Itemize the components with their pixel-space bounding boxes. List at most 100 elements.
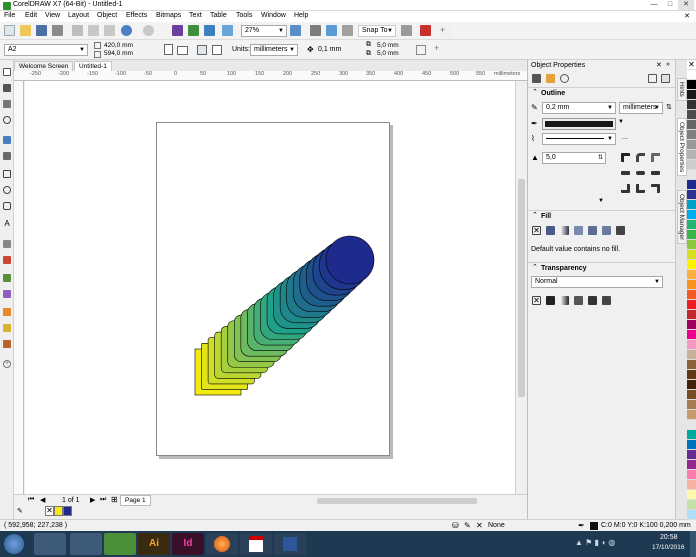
no-transparency-icon[interactable]: ✕ [532,296,541,305]
color-swatch[interactable] [687,510,696,520]
paste-icon[interactable] [104,25,115,36]
color-swatch[interactable] [687,470,696,480]
two-color-pattern-icon[interactable] [602,226,611,235]
menu-table[interactable]: Table [210,12,227,19]
color-swatch[interactable] [687,480,696,490]
color-swatch[interactable] [687,350,696,360]
color-swatch[interactable] [687,250,696,260]
collapse-icon[interactable]: ⌃ [532,263,538,271]
color-swatch[interactable] [687,440,696,450]
copy-icon[interactable] [88,25,99,36]
current-page-icon[interactable] [212,45,222,55]
color-swatch[interactable] [687,360,696,370]
show-desktop-button[interactable] [690,531,696,557]
close-button[interactable]: ✕ [678,0,694,10]
palette-eyedropper-icon[interactable]: ✎ [17,507,23,515]
color-swatch[interactable] [687,170,696,180]
color-swatch[interactable] [687,110,696,120]
color-swatch[interactable] [687,220,696,230]
shape-tool-icon[interactable] [3,84,11,92]
lock-panel-icon[interactable] [661,74,670,83]
open-icon[interactable] [20,25,31,36]
add-page-icon[interactable]: ⊞ [111,495,118,504]
collapse-icon[interactable]: ⌃ [532,88,538,96]
color-swatch[interactable] [687,130,696,140]
zoom-fit-icon[interactable] [290,25,301,36]
tab-object-manager[interactable]: Object Manager [677,190,687,245]
color-swatch[interactable] [687,280,696,290]
options-icon[interactable] [420,25,431,36]
horizontal-scrollbar[interactable] [159,495,519,507]
previous-page-icon[interactable]: ◀ [40,496,45,504]
connector-tool-icon[interactable] [3,256,11,264]
color-swatch[interactable] [687,430,696,440]
units-select[interactable]: millimeters ▼ [250,44,298,56]
color-swatch[interactable] [687,160,696,170]
menu-object[interactable]: Object [97,12,117,19]
fill-edit-icon[interactable]: ✎ [464,521,471,530]
color-swatch[interactable] [687,490,696,500]
page-tab-1[interactable]: Page 1 [120,495,151,506]
fill-bucket-icon[interactable] [546,74,555,83]
color-swatch[interactable] [687,400,696,410]
media-player-taskbar-icon[interactable] [70,533,102,555]
acrobat-taskbar-icon[interactable] [240,533,272,555]
add-icon[interactable]: + [434,43,439,53]
outline-color-picker[interactable] [542,118,616,130]
transparency-section-header[interactable]: Transparency [528,262,676,273]
vertical-ruler[interactable] [14,81,24,494]
navy-swatch[interactable] [63,506,72,516]
page-height-field[interactable]: 594,0 mm [104,50,133,57]
parallel-dimension-icon[interactable] [3,240,11,248]
color-swatch[interactable] [687,420,696,430]
fountain-fill-icon[interactable] [560,226,569,235]
export-icon[interactable] [204,25,215,36]
blend-group[interactable] [157,123,391,457]
eyedropper-tool-icon[interactable] [3,308,11,316]
vector-pattern-icon[interactable] [574,226,583,235]
expand-more-icon[interactable]: ▼ [598,198,604,204]
docker-expand-icon[interactable]: » [666,61,670,68]
firefox-taskbar-icon[interactable] [206,533,238,555]
search-content-icon[interactable] [172,25,183,36]
scrollbar-thumb[interactable] [317,498,477,504]
blend-end-circle[interactable] [325,235,375,285]
vector-pattern-transparency-icon[interactable] [574,296,583,305]
menu-file[interactable]: File [4,12,15,19]
smart-fill-icon[interactable] [3,340,11,348]
polygon-tool-icon[interactable] [3,202,11,210]
tab-untitled-1[interactable]: Untitled-1 [74,61,112,71]
corner-round-icon[interactable] [636,153,645,162]
settings-more-button[interactable]: ... [622,134,628,141]
spin-icon[interactable]: ⇅ [666,103,672,111]
color-swatch[interactable] [687,270,696,280]
color-swatch[interactable] [687,180,696,190]
full-screen-icon[interactable] [310,25,321,36]
no-fill-icon[interactable]: ✕ [532,226,541,235]
color-swatch[interactable] [687,120,696,130]
color-swatch[interactable] [687,320,696,330]
file-explorer-taskbar-icon[interactable] [34,533,66,555]
outline-pen-icon[interactable]: ✒ [578,521,585,530]
menu-bitmaps[interactable]: Bitmaps [156,12,181,19]
color-swatch[interactable] [687,70,696,80]
interactive-fill-icon[interactable] [3,324,11,332]
coreldraw-taskbar-icon[interactable] [104,533,136,555]
page-size-select[interactable]: A2 ▼ [4,44,88,56]
line-style-select[interactable]: ▼ [542,133,616,145]
add-tool-icon[interactable]: + [3,360,11,368]
nudge-distance-field[interactable]: 0,1 mm [318,46,341,53]
menu-view[interactable]: View [45,12,60,19]
position-outside-icon[interactable] [621,184,630,193]
blend-tool-icon[interactable] [3,274,11,282]
last-page-icon[interactable]: ⏭ [100,496,106,504]
zoom-level-select[interactable]: 27% ▼ [241,25,287,37]
menu-text[interactable]: Text [189,12,202,19]
import-icon[interactable] [188,25,199,36]
start-button[interactable] [4,534,24,554]
chevron-down-icon[interactable]: ▼ [618,119,624,125]
show-grid-icon[interactable] [342,25,353,36]
tab-welcome-screen[interactable]: Welcome Screen [14,61,74,71]
menu-tools[interactable]: Tools [236,12,252,19]
color-swatch[interactable] [687,330,696,340]
